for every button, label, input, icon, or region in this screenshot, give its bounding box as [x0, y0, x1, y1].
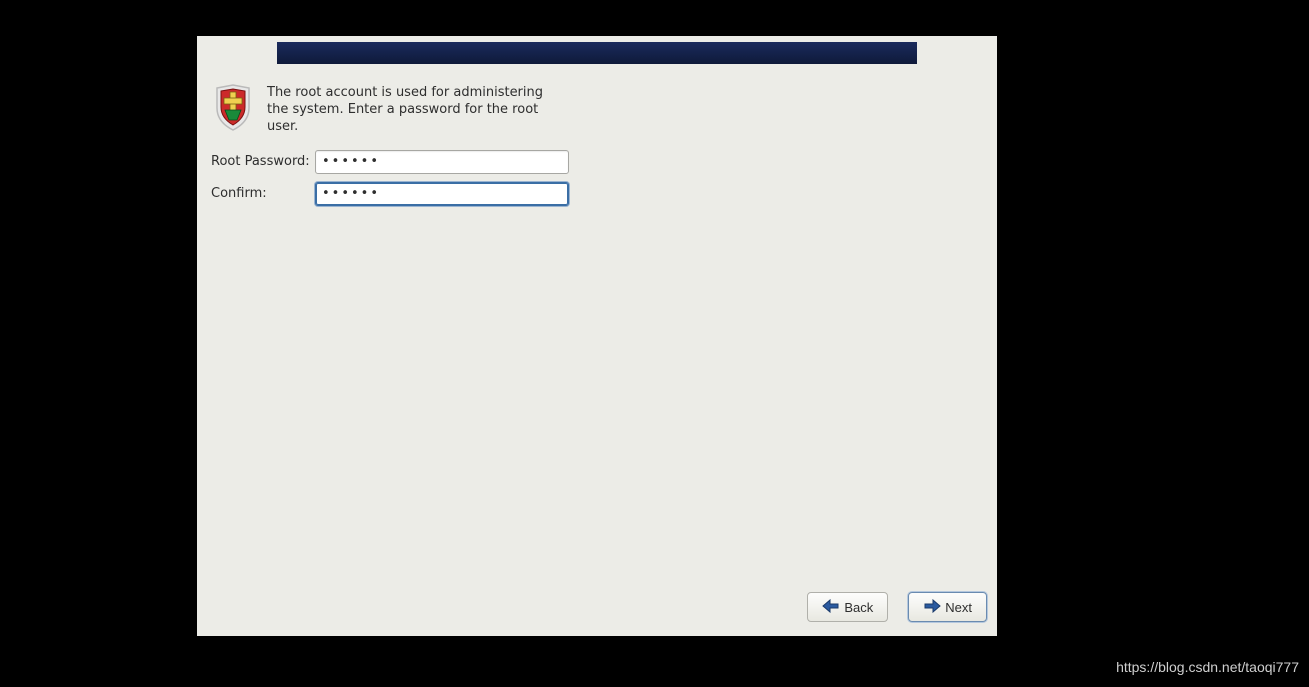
back-button-label: Back [844, 600, 873, 615]
header-banner [277, 42, 917, 64]
installer-window: The root account is used for administeri… [197, 36, 997, 636]
root-password-label: Root Password: [211, 154, 315, 169]
password-form: Root Password: Confirm: [211, 150, 983, 206]
intro-text: The root account is used for administeri… [267, 84, 547, 136]
content-area: The root account is used for administeri… [197, 64, 997, 580]
arrow-left-icon [822, 599, 840, 616]
next-button-label: Next [945, 600, 972, 615]
next-button[interactable]: Next [908, 592, 987, 622]
confirm-password-input[interactable] [315, 182, 569, 206]
intro-row: The root account is used for administeri… [211, 84, 983, 136]
confirm-password-label: Confirm: [211, 186, 315, 201]
watermark: https://blog.csdn.net/taoqi777 [1116, 659, 1299, 675]
shield-icon [211, 84, 255, 132]
back-button[interactable]: Back [807, 592, 888, 622]
arrow-right-icon [923, 599, 941, 616]
button-bar: Back Next [197, 580, 997, 636]
root-password-input[interactable] [315, 150, 569, 174]
